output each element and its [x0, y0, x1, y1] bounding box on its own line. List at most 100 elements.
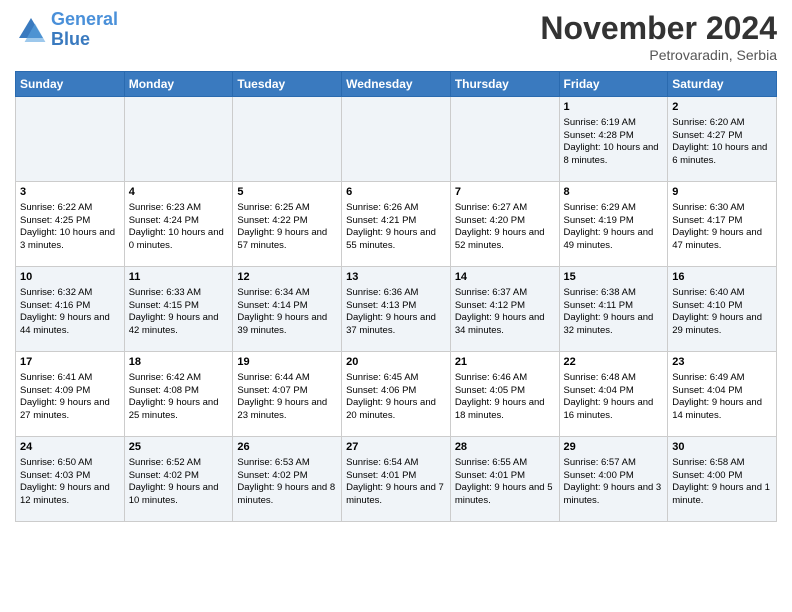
day-info: Sunrise: 6:26 AM: [346, 202, 446, 215]
day-info: Daylight: 9 hours and 8 minutes.: [237, 482, 337, 508]
day-info: Sunset: 4:08 PM: [129, 385, 229, 398]
header: General Blue November 2024 Petrovaradin,…: [15, 10, 777, 63]
logo: General Blue: [15, 10, 118, 50]
day-number: 1: [564, 100, 664, 115]
calendar-cell: 5Sunrise: 6:25 AMSunset: 4:22 PMDaylight…: [233, 182, 342, 267]
calendar-table: SundayMondayTuesdayWednesdayThursdayFrid…: [15, 71, 777, 522]
calendar-cell: 14 Sunrise: 6:37 AMSunset: 4:12 PMDayligh…: [450, 267, 559, 352]
day-info: Sunrise: 6:49 AM: [672, 372, 772, 385]
day-info: Sunset: 4:16 PM: [20, 300, 120, 313]
calendar-cell: 18Sunrise: 6:42 AMSunset: 4:08 PMDayligh…: [124, 352, 233, 437]
day-info: Daylight: 9 hours and 42 minutes.: [129, 312, 229, 338]
day-number: 23: [672, 355, 772, 370]
logo-icon: [15, 14, 47, 46]
day-info: Daylight: 9 hours and 20 minutes.: [346, 397, 446, 423]
day-info: Sunrise: 6:53 AM: [237, 457, 337, 470]
week-row-2: 10Sunrise: 6:32 AMSunset: 4:16 PMDayligh…: [16, 267, 777, 352]
day-info: Sunrise: 6:58 AM: [672, 457, 772, 470]
calendar-cell: 1Sunrise: 6:19 AMSunset: 4:28 PMDaylight…: [559, 97, 668, 182]
day-info: Sunrise: 6:37 AM: [455, 287, 555, 300]
day-info: Sunrise: 6:33 AM: [129, 287, 229, 300]
day-info: Sunset: 4:17 PM: [672, 215, 772, 228]
day-info: Sunrise: 6:54 AM: [346, 457, 446, 470]
day-info: Sunset: 4:22 PM: [237, 215, 337, 228]
day-info: Sunset: 4:19 PM: [564, 215, 664, 228]
calendar-cell: 24Sunrise: 6:50 AMSunset: 4:03 PMDayligh…: [16, 437, 125, 522]
calendar-cell: [124, 97, 233, 182]
day-info: Sunrise: 6:52 AM: [129, 457, 229, 470]
day-info: Daylight: 10 hours and 0 minutes.: [129, 227, 229, 253]
day-info: Sunset: 4:01 PM: [455, 470, 555, 483]
header-cell-thursday: Thursday: [450, 72, 559, 97]
week-row-4: 24Sunrise: 6:50 AMSunset: 4:03 PMDayligh…: [16, 437, 777, 522]
day-info: Daylight: 9 hours and 57 minutes.: [237, 227, 337, 253]
calendar-cell: [233, 97, 342, 182]
day-info: Sunrise: 6:46 AM: [455, 372, 555, 385]
header-cell-friday: Friday: [559, 72, 668, 97]
day-info: Sunset: 4:15 PM: [129, 300, 229, 313]
calendar-cell: 21Sunrise: 6:46 AMSunset: 4:05 PMDayligh…: [450, 352, 559, 437]
logo-line1: General: [51, 9, 118, 29]
week-row-0: 1Sunrise: 6:19 AMSunset: 4:28 PMDaylight…: [16, 97, 777, 182]
calendar-cell: 17Sunrise: 6:41 AMSunset: 4:09 PMDayligh…: [16, 352, 125, 437]
day-number: 4: [129, 185, 229, 200]
day-number: 13: [346, 270, 446, 285]
day-number: 27: [346, 440, 446, 455]
day-info: Sunset: 4:01 PM: [346, 470, 446, 483]
day-number: 25: [129, 440, 229, 455]
header-cell-saturday: Saturday: [668, 72, 777, 97]
day-info: Daylight: 10 hours and 3 minutes.: [20, 227, 120, 253]
month-title: November 2024: [540, 10, 777, 47]
day-info: Sunset: 4:10 PM: [672, 300, 772, 313]
day-info: Daylight: 9 hours and 14 minutes.: [672, 397, 772, 423]
day-info: Sunset: 4:02 PM: [237, 470, 337, 483]
day-info: Daylight: 9 hours and 27 minutes.: [20, 397, 120, 423]
day-info: Sunrise: 6:34 AM: [237, 287, 337, 300]
day-info: Sunset: 4:00 PM: [564, 470, 664, 483]
day-info: Daylight: 9 hours and 18 minutes.: [455, 397, 555, 423]
day-info: Daylight: 9 hours and 25 minutes.: [129, 397, 229, 423]
day-info: Sunrise: 6:55 AM: [455, 457, 555, 470]
calendar-cell: 30Sunrise: 6:58 AMSunset: 4:00 PMDayligh…: [668, 437, 777, 522]
day-number: 17: [20, 355, 120, 370]
day-info: Daylight: 9 hours and 3 minutes.: [564, 482, 664, 508]
calendar-cell: 8Sunrise: 6:29 AMSunset: 4:19 PMDaylight…: [559, 182, 668, 267]
calendar-cell: [342, 97, 451, 182]
day-number: 9: [672, 185, 772, 200]
day-info: Sunset: 4:09 PM: [20, 385, 120, 398]
day-info: Sunset: 4:12 PM: [455, 300, 555, 313]
day-info: Sunset: 4:24 PM: [129, 215, 229, 228]
day-number: 10: [20, 270, 120, 285]
day-info: Sunset: 4:03 PM: [20, 470, 120, 483]
day-info: Sunrise: 6:27 AM: [455, 202, 555, 215]
day-number: 18: [129, 355, 229, 370]
logo-line2: Blue: [51, 29, 90, 49]
day-info: Sunset: 4:11 PM: [564, 300, 664, 313]
day-number: 5: [237, 185, 337, 200]
day-info: Sunrise: 6:38 AM: [564, 287, 664, 300]
day-number: 7: [455, 185, 555, 200]
calendar-cell: 20Sunrise: 6:45 AMSunset: 4:06 PMDayligh…: [342, 352, 451, 437]
day-number: 2: [672, 100, 772, 115]
day-info: Sunrise: 6:30 AM: [672, 202, 772, 215]
location: Petrovaradin, Serbia: [540, 47, 777, 63]
calendar-cell: 3Sunrise: 6:22 AMSunset: 4:25 PMDaylight…: [16, 182, 125, 267]
day-info: Sunset: 4:07 PM: [237, 385, 337, 398]
day-info: Daylight: 9 hours and 34 minutes.: [455, 312, 555, 338]
day-info: Sunset: 4:06 PM: [346, 385, 446, 398]
day-number: 3: [20, 185, 120, 200]
day-info: Daylight: 9 hours and 44 minutes.: [20, 312, 120, 338]
calendar-cell: 25Sunrise: 6:52 AMSunset: 4:02 PMDayligh…: [124, 437, 233, 522]
day-info: Sunrise: 6:57 AM: [564, 457, 664, 470]
day-number: 14: [455, 270, 555, 285]
calendar-cell: 9Sunrise: 6:30 AMSunset: 4:17 PMDaylight…: [668, 182, 777, 267]
day-number: 16: [672, 270, 772, 285]
calendar-cell: 28Sunrise: 6:55 AMSunset: 4:01 PMDayligh…: [450, 437, 559, 522]
day-number: 28: [455, 440, 555, 455]
day-number: 21: [455, 355, 555, 370]
day-info: Daylight: 9 hours and 52 minutes.: [455, 227, 555, 253]
page-container: General Blue November 2024 Petrovaradin,…: [0, 0, 792, 532]
day-info: Sunset: 4:13 PM: [346, 300, 446, 313]
day-info: Sunrise: 6:32 AM: [20, 287, 120, 300]
calendar-cell: [450, 97, 559, 182]
